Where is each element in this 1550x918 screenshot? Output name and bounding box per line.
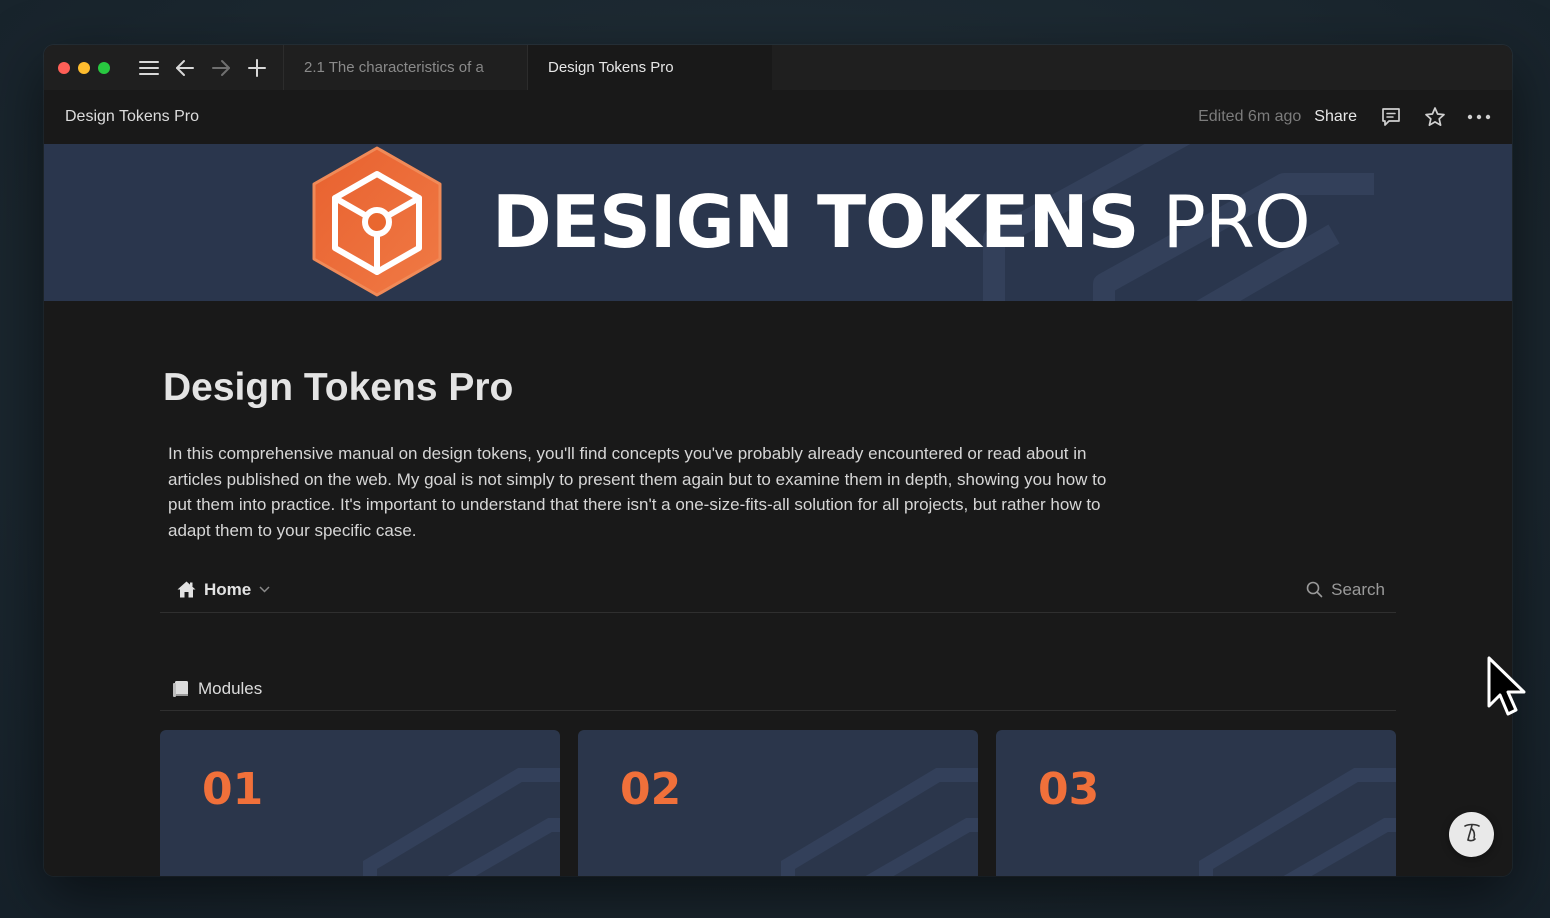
home-label: Home: [204, 579, 252, 599]
chevron-down-icon: [259, 586, 270, 593]
intro-paragraph: In this comprehensive manual on design t…: [168, 444, 1107, 540]
module-card-01[interactable]: 01: [160, 730, 560, 876]
tab-label: 2.1 The characteristics of a: [304, 59, 484, 76]
modules-header: Modules: [160, 667, 1396, 711]
banner-title-bold: DESIGN TOKENS: [492, 180, 1139, 264]
module-card-03[interactable]: 03: [996, 730, 1396, 876]
window-controls: [44, 61, 128, 74]
page-title: Design Tokens Pro: [163, 366, 514, 409]
home-dropdown[interactable]: Home: [177, 580, 270, 600]
edited-status: Edited 6m ago: [1198, 108, 1302, 125]
help-icon: [1460, 820, 1484, 849]
module-number: 03: [1038, 764, 1100, 815]
hamburger-icon[interactable]: [138, 57, 160, 79]
cube-logo-icon: [312, 146, 442, 297]
arrow-left-icon[interactable]: [174, 57, 196, 79]
title-bar: 2.1 The characteristics of a Design Toke…: [44, 45, 1512, 90]
house-icon: [177, 581, 196, 598]
arrow-right-icon[interactable]: [210, 57, 232, 79]
breadcrumb[interactable]: Design Tokens Pro: [65, 108, 199, 126]
share-button[interactable]: Share: [1314, 108, 1357, 126]
mouse-cursor-icon: [1487, 656, 1526, 716]
nav-row: Home Search: [160, 567, 1396, 613]
page-header: Design Tokens Pro Edited 6m ago Share: [44, 90, 1512, 144]
comment-icon[interactable]: [1379, 105, 1403, 129]
search-button[interactable]: Search: [1306, 580, 1385, 600]
app-window: 2.1 The characteristics of a Design Toke…: [44, 45, 1512, 876]
plus-icon[interactable]: [246, 57, 268, 79]
star-icon[interactable]: [1423, 105, 1447, 129]
close-window-button[interactable]: [58, 61, 70, 74]
page-content: Design Tokens Pro In this comprehensive …: [44, 301, 1512, 876]
modules-link[interactable]: Modules: [172, 679, 262, 699]
search-label: Search: [1331, 579, 1385, 599]
module-number: 01: [202, 764, 264, 815]
minimize-window-button[interactable]: [78, 61, 90, 74]
tab-design-tokens-pro[interactable]: Design Tokens Pro: [527, 45, 772, 90]
maximize-window-button[interactable]: [98, 61, 110, 74]
module-number: 02: [620, 764, 682, 815]
toolbar-icons: [128, 57, 283, 79]
search-icon: [1306, 581, 1323, 598]
cover-banner: DESIGN TOKENS PRO: [44, 144, 1512, 301]
banner-title: DESIGN TOKENS PRO: [492, 180, 1311, 264]
modules-heading: Modules: [198, 678, 263, 698]
tab-label: Design Tokens Pro: [548, 59, 674, 76]
help-button[interactable]: [1449, 812, 1494, 857]
ellipsis-icon[interactable]: [1467, 105, 1491, 129]
tab-characteristics[interactable]: 2.1 The characteristics of a: [283, 45, 527, 90]
banner-title-light: PRO: [1162, 180, 1311, 264]
module-card-02[interactable]: 02: [578, 730, 978, 876]
book-icon: [172, 680, 190, 698]
